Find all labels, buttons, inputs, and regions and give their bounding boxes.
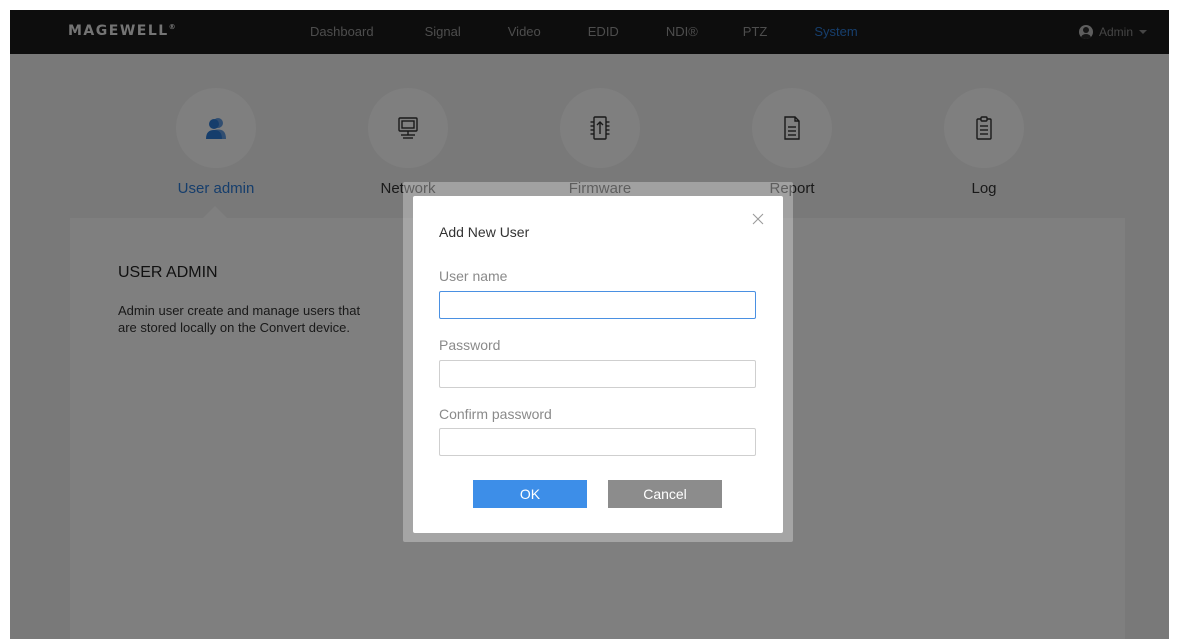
username-label: User name bbox=[439, 268, 508, 284]
cancel-button[interactable]: Cancel bbox=[608, 480, 722, 508]
app-window: MAGEWELL® Dashboard Signal Video EDID ND… bbox=[10, 10, 1169, 639]
close-icon[interactable] bbox=[751, 212, 765, 226]
password-label: Password bbox=[439, 337, 501, 353]
username-input[interactable] bbox=[439, 291, 756, 319]
password-input[interactable] bbox=[439, 360, 756, 388]
add-user-dialog: Add New User User name Password Confirm … bbox=[413, 196, 783, 533]
confirm-password-input[interactable] bbox=[439, 428, 756, 456]
dialog-title: Add New User bbox=[439, 224, 530, 240]
ok-button[interactable]: OK bbox=[473, 480, 587, 508]
confirm-password-label: Confirm password bbox=[439, 406, 552, 422]
